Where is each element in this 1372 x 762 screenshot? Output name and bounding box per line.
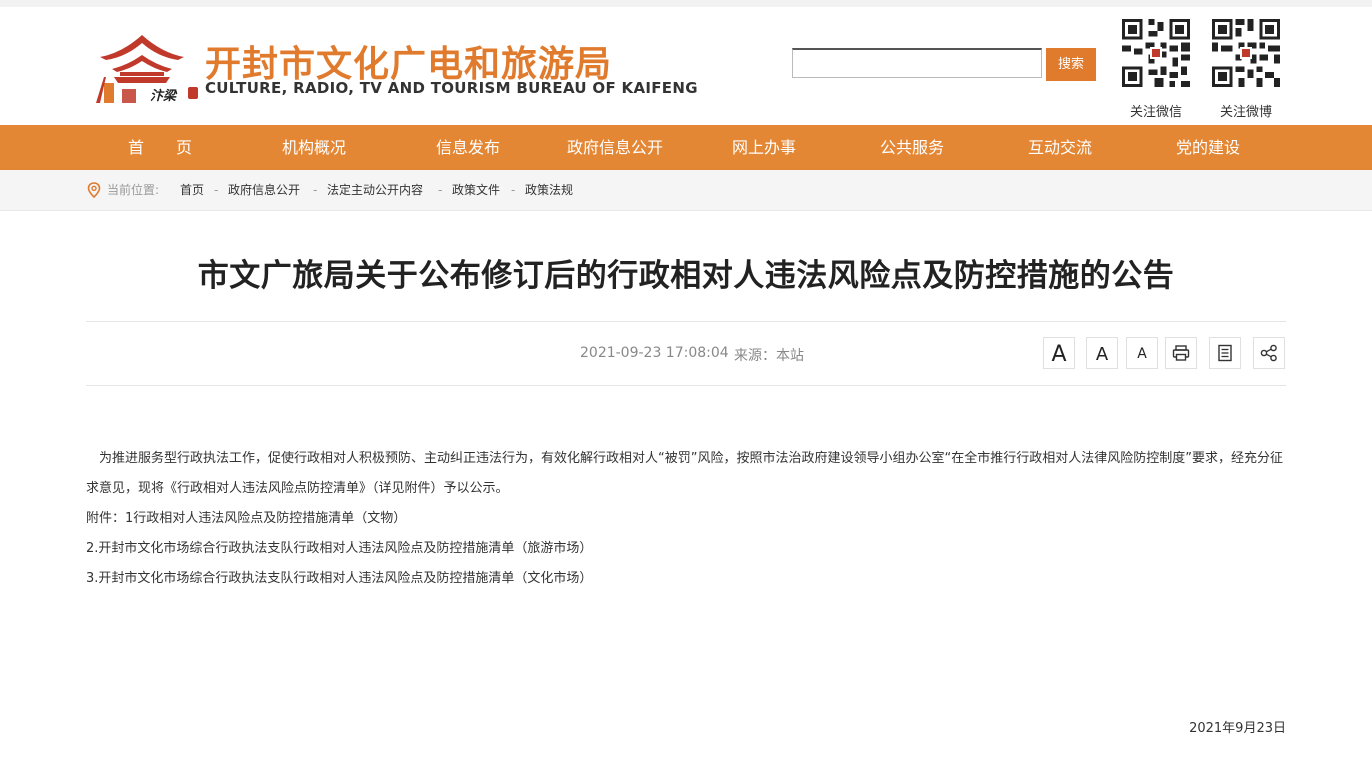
breadcrumb-label: 当前位置: [107,183,160,197]
logo-script-text: 汴梁 [150,89,177,104]
nav-item-party[interactable]: 党的建设 [1148,125,1268,170]
breadcrumb-gov-info[interactable]: 政府信息公开 [228,170,300,210]
nav-item-home[interactable]: 首 页 [100,125,220,170]
wechat-qr-label: 关注微信 [1129,105,1182,120]
publish-datetime: 2021-09-23 17:08:04 [580,345,729,361]
attachment-line: 2.开封市文化市场综合行政执法支队行政相对人违法风险点及防控措施清单（旅游市场） [86,541,593,556]
seal-icon [188,87,198,99]
nav-item-interaction[interactable]: 互动交流 [1000,125,1120,170]
share-button[interactable] [1253,337,1285,369]
font-medium-icon: A [1095,344,1109,365]
article-body: 为推进服务型行政执法工作，促使行政相对人积极预防、主动纠正违法行为，有效化解行政… [86,444,1286,594]
weibo-qr-code-icon [1209,16,1283,90]
nav-item-about[interactable]: 机构概况 [254,125,374,170]
share-icon [1260,344,1277,362]
article-title: 市文广旅局关于公布修订后的行政相对人违法风险点及防控措施的公告 [197,258,1175,294]
print-icon [1172,345,1190,361]
breadcrumb-separator: - [214,183,219,197]
breadcrumb-policy-docs[interactable]: 政策文件 [452,170,500,210]
font-small-button[interactable]: A [1126,337,1158,369]
breadcrumb-separator: - [313,183,318,197]
breadcrumb-legal-disclosure[interactable]: 法定主动公开内容 [327,170,423,210]
divider [86,321,1286,322]
document-button[interactable] [1209,337,1241,369]
font-large-button[interactable]: A [1043,337,1075,369]
attachment-line: 3.开封市文化市场综合行政执法支队行政相对人违法风险点及防控措施清单（文化市场） [86,571,593,586]
article-source: 来源：本站 [734,348,804,364]
article-end-date: 2021年9月23日 [1189,721,1286,736]
breadcrumb-separator: - [511,183,516,197]
breadcrumb-policy-laws[interactable]: 政策法规 [525,170,573,210]
font-medium-button[interactable]: A [1086,337,1118,369]
article-paragraph: 为推进服务型行政执法工作，促使行政相对人积极预防、主动纠正违法行为，有效化解行政… [86,451,1283,496]
breadcrumb-home[interactable]: 首页 [180,170,204,210]
breadcrumb: 当前位置: 首页 - 政府信息公开 - 法定主动公开内容 - 政策文件 - 政策… [0,170,1372,211]
document-icon [1218,344,1232,362]
weibo-qr-label: 关注微博 [1219,105,1272,120]
print-button[interactable] [1165,337,1197,369]
top-strip [0,0,1372,7]
city-gate-logo-icon[interactable] [92,27,192,105]
location-pin-icon [87,182,101,198]
font-large-icon: A [1051,342,1067,367]
site-header: 汴梁 开封市文化广电和旅游局 CULTURE, RADIO, TV AND TO… [0,7,1372,125]
divider [86,385,1286,386]
site-subtitle: CULTURE, RADIO, TV AND TOURISM BUREAU OF… [205,79,698,97]
search-button[interactable]: 搜索 [1046,48,1096,81]
attachment-line: 附件：1行政相对人违法风险点及防控措施清单（文物） [86,511,407,526]
font-small-icon: A [1137,346,1147,362]
nav-item-news[interactable]: 信息发布 [408,125,528,170]
search-input[interactable] [792,48,1042,78]
nav-item-online-services[interactable]: 网上办事 [704,125,824,170]
main-nav: 首 页 机构概况 信息发布 政府信息公开 网上办事 公共服务 互动交流 党的建设 [0,125,1372,170]
nav-item-public-services[interactable]: 公共服务 [852,125,972,170]
nav-item-gov-info[interactable]: 政府信息公开 [555,125,675,170]
wechat-qr-code-icon [1119,16,1193,90]
breadcrumb-separator: - [438,183,443,197]
